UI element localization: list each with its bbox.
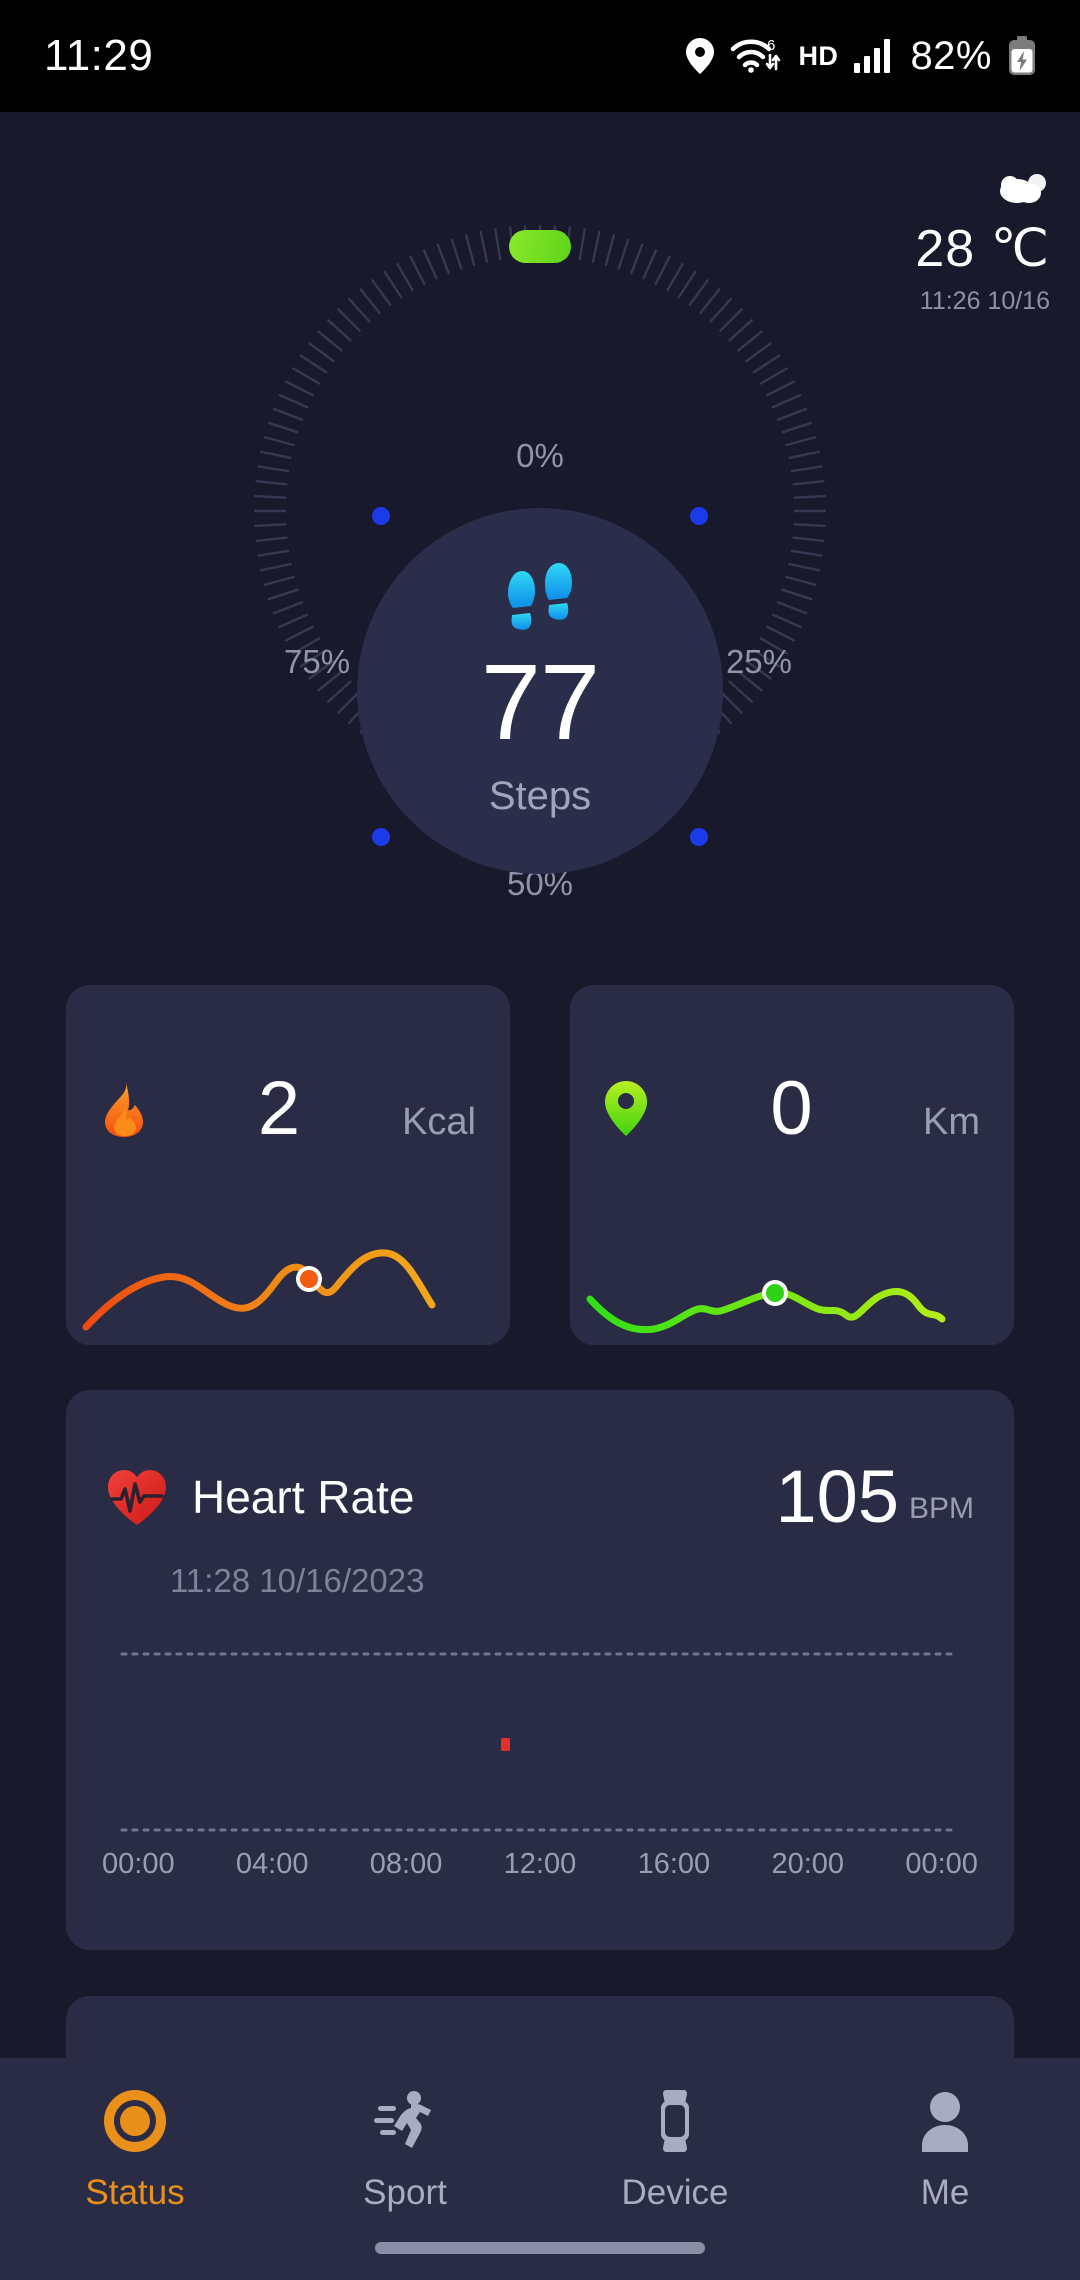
steps-value: 77 <box>480 641 600 762</box>
flame-icon <box>100 1080 156 1138</box>
wifi-6-icon: 6 <box>730 37 782 75</box>
calories-header: 2 Kcal <box>66 1071 510 1147</box>
heart-rate-timestamp: 11:28 10/16/2023 <box>170 1562 425 1599</box>
nav-item-sport[interactable]: Sport <box>270 2088 540 2213</box>
heart-rate-card[interactable]: Heart Rate 105 BPM 11:28 10/16/2023 00:0… <box>66 1390 1014 1950</box>
dial-label-right: 25% <box>725 643 792 680</box>
metric-cards-row: 2 Kcal 0 Km <box>66 985 1014 1345</box>
hr-tick-2: 08:00 <box>369 1848 443 1880</box>
dial-dot-top-left <box>372 507 390 525</box>
dial-dot-bottom-right <box>690 828 708 846</box>
heart-rate-chart <box>120 1652 960 1832</box>
app-screen: 11:29 6 HD 82% 28 ℃ 11:26 10/16 0% 25% 5… <box>0 0 1080 2280</box>
status-bar-clock: 11:29 <box>44 31 154 80</box>
footprints-icon <box>498 563 582 640</box>
smart-band-icon <box>642 2088 708 2159</box>
hr-tick-5: 20:00 <box>771 1848 845 1880</box>
nav-label-sport: Sport <box>363 2173 447 2212</box>
steps-dial[interactable]: 0% 25% 50% 75% 77 Steps <box>0 130 1080 920</box>
nav-item-device[interactable]: Device <box>540 2088 810 2213</box>
steps-label: Steps <box>488 774 592 818</box>
person-icon <box>912 2088 978 2159</box>
heart-rate-time-axis: 00:00 04:00 08:00 12:00 16:00 20:00 00:0… <box>66 1848 1014 1881</box>
hr-tick-4: 16:00 <box>637 1848 711 1880</box>
calories-value: 2 <box>257 1066 301 1151</box>
svg-text:6: 6 <box>767 37 775 54</box>
location-pin-icon <box>686 38 715 74</box>
battery-charging-icon <box>1008 36 1036 76</box>
distance-unit: Km <box>923 1101 980 1143</box>
status-bar-icons: 6 HD 82% <box>686 34 1036 79</box>
dial-dot-top-right <box>690 507 708 525</box>
hr-tick-1: 04:00 <box>235 1848 309 1880</box>
distance-sparkline <box>586 1280 946 1334</box>
nav-item-me[interactable]: Me <box>810 2088 1080 2213</box>
steps-inner-circle[interactable]: 77 Steps <box>357 508 723 874</box>
dial-label-top: 0% <box>516 437 564 474</box>
home-indicator[interactable] <box>375 2242 705 2254</box>
hr-tick-0: 00:00 <box>102 1848 175 1880</box>
battery-percent-label: 82% <box>910 33 992 78</box>
bottom-navigation: Status Sport Device Me <box>0 2058 1080 2280</box>
calories-card[interactable]: 2 Kcal <box>66 985 510 1345</box>
location-pin-icon <box>604 1080 660 1138</box>
dial-label-left: 75% <box>284 643 351 680</box>
donut-circle-icon <box>102 2088 168 2159</box>
calories-unit: Kcal <box>402 1101 476 1143</box>
distance-card[interactable]: 0 Km <box>570 985 1014 1345</box>
distance-value: 0 <box>770 1066 813 1151</box>
distance-header: 0 Km <box>570 1071 1014 1147</box>
heart-pulse-icon <box>106 1468 168 1526</box>
nav-label-device: Device <box>621 2173 729 2212</box>
nav-item-status[interactable]: Status <box>0 2088 270 2213</box>
hr-tick-6: 00:00 <box>905 1848 978 1880</box>
nav-label-me: Me <box>920 2173 970 2212</box>
hd-icon: HD <box>798 40 839 71</box>
dial-dot-bottom-left <box>372 828 390 846</box>
heart-rate-title: Heart Rate <box>192 1471 415 1523</box>
calories-sparkline <box>82 1249 436 1331</box>
running-person-icon <box>372 2088 438 2159</box>
heart-rate-header: Heart Rate 105 BPM <box>66 1460 1014 1534</box>
hr-tick-3: 12:00 <box>503 1848 577 1880</box>
nav-label-status: Status <box>85 2173 185 2212</box>
heart-rate-unit: BPM <box>908 1492 974 1525</box>
signal-bars-icon <box>854 39 894 73</box>
heart-rate-value: 105 <box>775 1455 899 1538</box>
status-bar: 11:29 6 HD 82% <box>0 0 1080 112</box>
green-pill-marker <box>509 230 571 263</box>
